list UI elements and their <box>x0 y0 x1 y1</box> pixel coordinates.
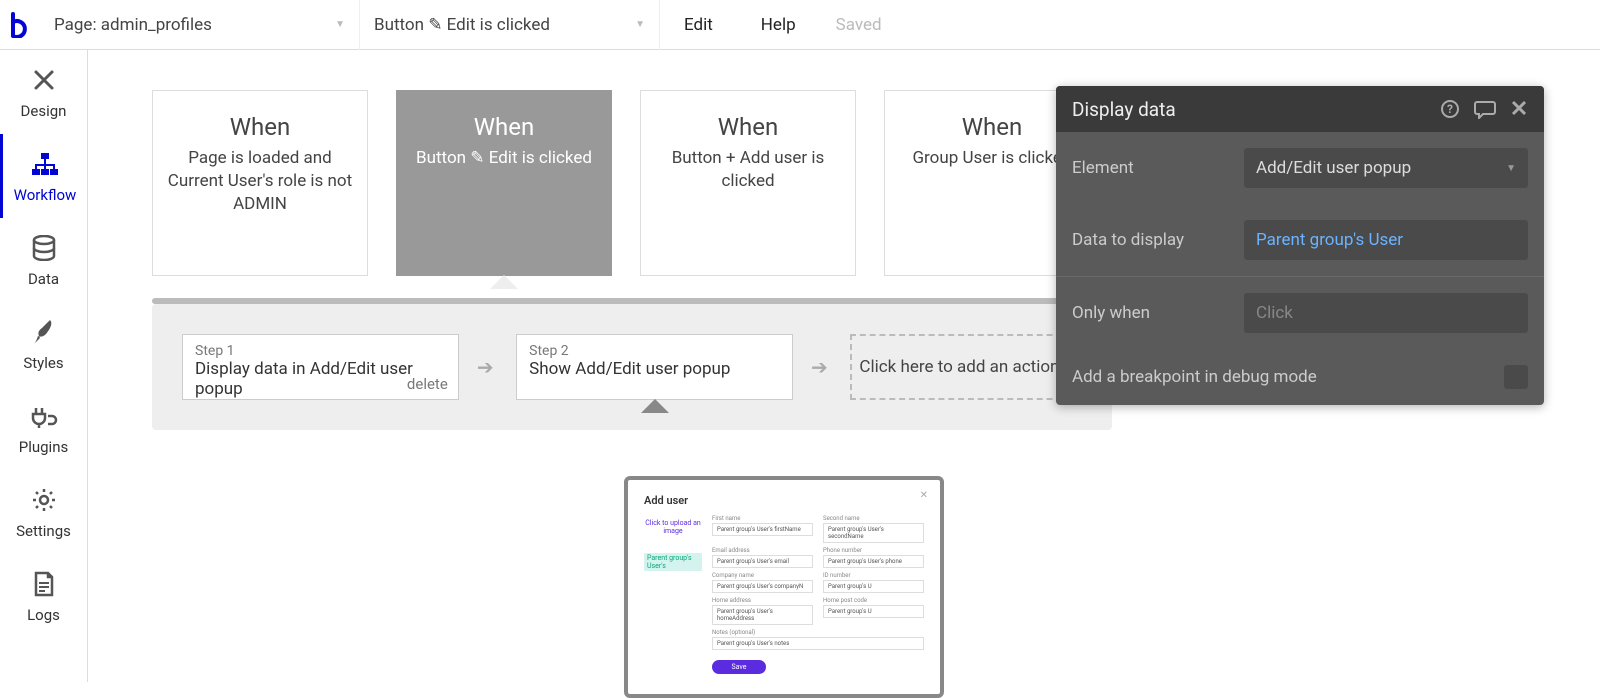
sidebar-item-settings[interactable]: Settings <box>0 470 87 554</box>
sidebar-item-design[interactable]: Design <box>0 50 87 134</box>
panel-header[interactable]: Display data ? <box>1056 86 1544 132</box>
comment-icon[interactable] <box>1474 99 1496 119</box>
sidebar-item-label: Plugins <box>19 438 68 456</box>
sidebar-item-label: Styles <box>23 354 63 372</box>
event-when: When <box>962 113 1023 141</box>
sidebar-item-styles[interactable]: Styles <box>0 302 87 386</box>
preview-field: Company nameParent group's User's compan… <box>712 572 813 593</box>
gear-icon <box>28 484 60 516</box>
event-when: When <box>474 113 535 141</box>
sidebar-item-logs[interactable]: Logs <box>0 554 87 638</box>
plug-icon <box>28 400 60 432</box>
sidebar-item-label: Workflow <box>14 186 77 204</box>
sidebar: Design Workflow Data Styles Plugins Sett… <box>0 50 88 682</box>
help-menu[interactable]: Help <box>737 15 820 35</box>
preview-field: Home post codeParent group's U <box>823 597 924 625</box>
upload-image-button[interactable]: Click to upload an image <box>644 515 702 543</box>
panel-label: Add a breakpoint in debug mode <box>1072 367 1492 387</box>
preview-field: Second nameParent group's User's secondN… <box>823 515 924 543</box>
chevron-down-icon: ▼ <box>335 19 345 30</box>
event-card-selected[interactable]: When Button ✎ Edit is clicked <box>396 90 612 276</box>
sidebar-item-label: Settings <box>16 522 71 540</box>
delete-step-button[interactable]: delete <box>407 375 448 393</box>
sidebar-item-label: Logs <box>27 606 60 624</box>
panel-row-onlywhen: Only when Click <box>1056 277 1544 349</box>
bubble-logo[interactable] <box>0 0 40 50</box>
preview-field: Phone numberParent group's User's phone <box>823 547 924 568</box>
close-icon[interactable]: ✕ <box>920 490 928 501</box>
event-desc: Button + Add user is clicked <box>653 147 843 193</box>
chevron-down-icon: ▼ <box>635 19 645 30</box>
add-action-button[interactable]: Click here to add an action... <box>850 334 1082 400</box>
sidebar-item-label: Data <box>28 270 59 288</box>
page-dropdown[interactable]: Page: admin_profiles ▼ <box>40 0 360 50</box>
panel-label: Only when <box>1072 303 1232 323</box>
property-panel[interactable]: Display data ? Element Add/Edit user pop… <box>1056 86 1544 405</box>
panel-label: Element <box>1072 158 1232 178</box>
step-card-1[interactable]: Step 1 Display data in Add/Edit user pop… <box>182 334 459 400</box>
arrow-right-icon: ➔ <box>811 355 832 379</box>
design-icon <box>28 64 60 96</box>
preview-field: Home addressParent group's User's homeAd… <box>712 597 813 625</box>
panel-row-data: Data to display Parent group's User <box>1056 204 1544 277</box>
event-desc: Group User is clicked <box>912 147 1071 170</box>
brush-icon <box>28 316 60 348</box>
sidebar-item-data[interactable]: Data <box>0 218 87 302</box>
event-when: When <box>230 113 291 141</box>
event-when: When <box>718 113 779 141</box>
svg-text:?: ? <box>1447 102 1453 116</box>
actions-strip: Step 1 Display data in Add/Edit user pop… <box>152 304 1112 430</box>
save-status: Saved <box>820 15 882 35</box>
preview-field: ID numberParent group's U <box>823 572 924 593</box>
event-dropdown-label: Button ✎ Edit is clicked <box>374 15 550 35</box>
event-desc: Page is loaded and Current User's role i… <box>165 147 355 216</box>
workflow-icon <box>29 148 61 180</box>
close-icon[interactable] <box>1510 99 1528 119</box>
preview-field: First nameParent group's User's firstNam… <box>712 515 813 543</box>
step-text: Show Add/Edit user popup <box>529 359 780 379</box>
event-desc: Button ✎ Edit is clicked <box>416 147 592 170</box>
only-when-input[interactable]: Click <box>1244 293 1528 333</box>
panel-row-element: Element Add/Edit user popup ▼ <box>1056 132 1544 204</box>
event-dropdown[interactable]: Button ✎ Edit is clicked ▼ <box>360 0 660 50</box>
step-card-2[interactable]: Step 2 Show Add/Edit user popup <box>516 334 793 400</box>
file-icon <box>28 568 60 600</box>
preview-field: Notes (optional)Parent group's User's no… <box>712 629 924 650</box>
arrow-right-icon: ➔ <box>477 355 498 379</box>
panel-label: Data to display <box>1072 230 1232 250</box>
step-label: Step 1 <box>195 343 446 359</box>
element-select[interactable]: Add/Edit user popup ▼ <box>1244 148 1528 188</box>
sidebar-item-plugins[interactable]: Plugins <box>0 386 87 470</box>
breakpoint-checkbox[interactable] <box>1504 365 1528 389</box>
event-card[interactable]: When Page is loaded and Current User's r… <box>152 90 368 276</box>
panel-row-breakpoint: Add a breakpoint in debug mode <box>1056 349 1544 405</box>
edit-menu[interactable]: Edit <box>660 15 737 35</box>
panel-title: Display data <box>1072 98 1176 121</box>
page-dropdown-label: Page: admin_profiles <box>54 15 212 35</box>
data-expression-input[interactable]: Parent group's User <box>1244 220 1528 260</box>
sidebar-item-workflow[interactable]: Workflow <box>0 134 87 218</box>
database-icon <box>28 232 60 264</box>
preview-field: Email addressParent group's User's email <box>712 547 813 568</box>
preview-title: Add user <box>644 494 924 507</box>
popup-preview: Add user ✕ Click to upload an image Pare… <box>624 476 944 698</box>
help-icon[interactable]: ? <box>1440 99 1460 119</box>
preview-save-button[interactable]: Save <box>712 660 766 674</box>
step-label: Step 2 <box>529 343 780 359</box>
top-bar: Page: admin_profiles ▼ Button ✎ Edit is … <box>0 0 1600 50</box>
event-card[interactable]: When Button + Add user is clicked <box>640 90 856 276</box>
element-select-value: Add/Edit user popup <box>1256 158 1411 178</box>
preview-tag: Parent group's User's <box>644 553 702 571</box>
chevron-down-icon: ▼ <box>1506 163 1516 174</box>
sidebar-item-label: Design <box>21 102 67 120</box>
